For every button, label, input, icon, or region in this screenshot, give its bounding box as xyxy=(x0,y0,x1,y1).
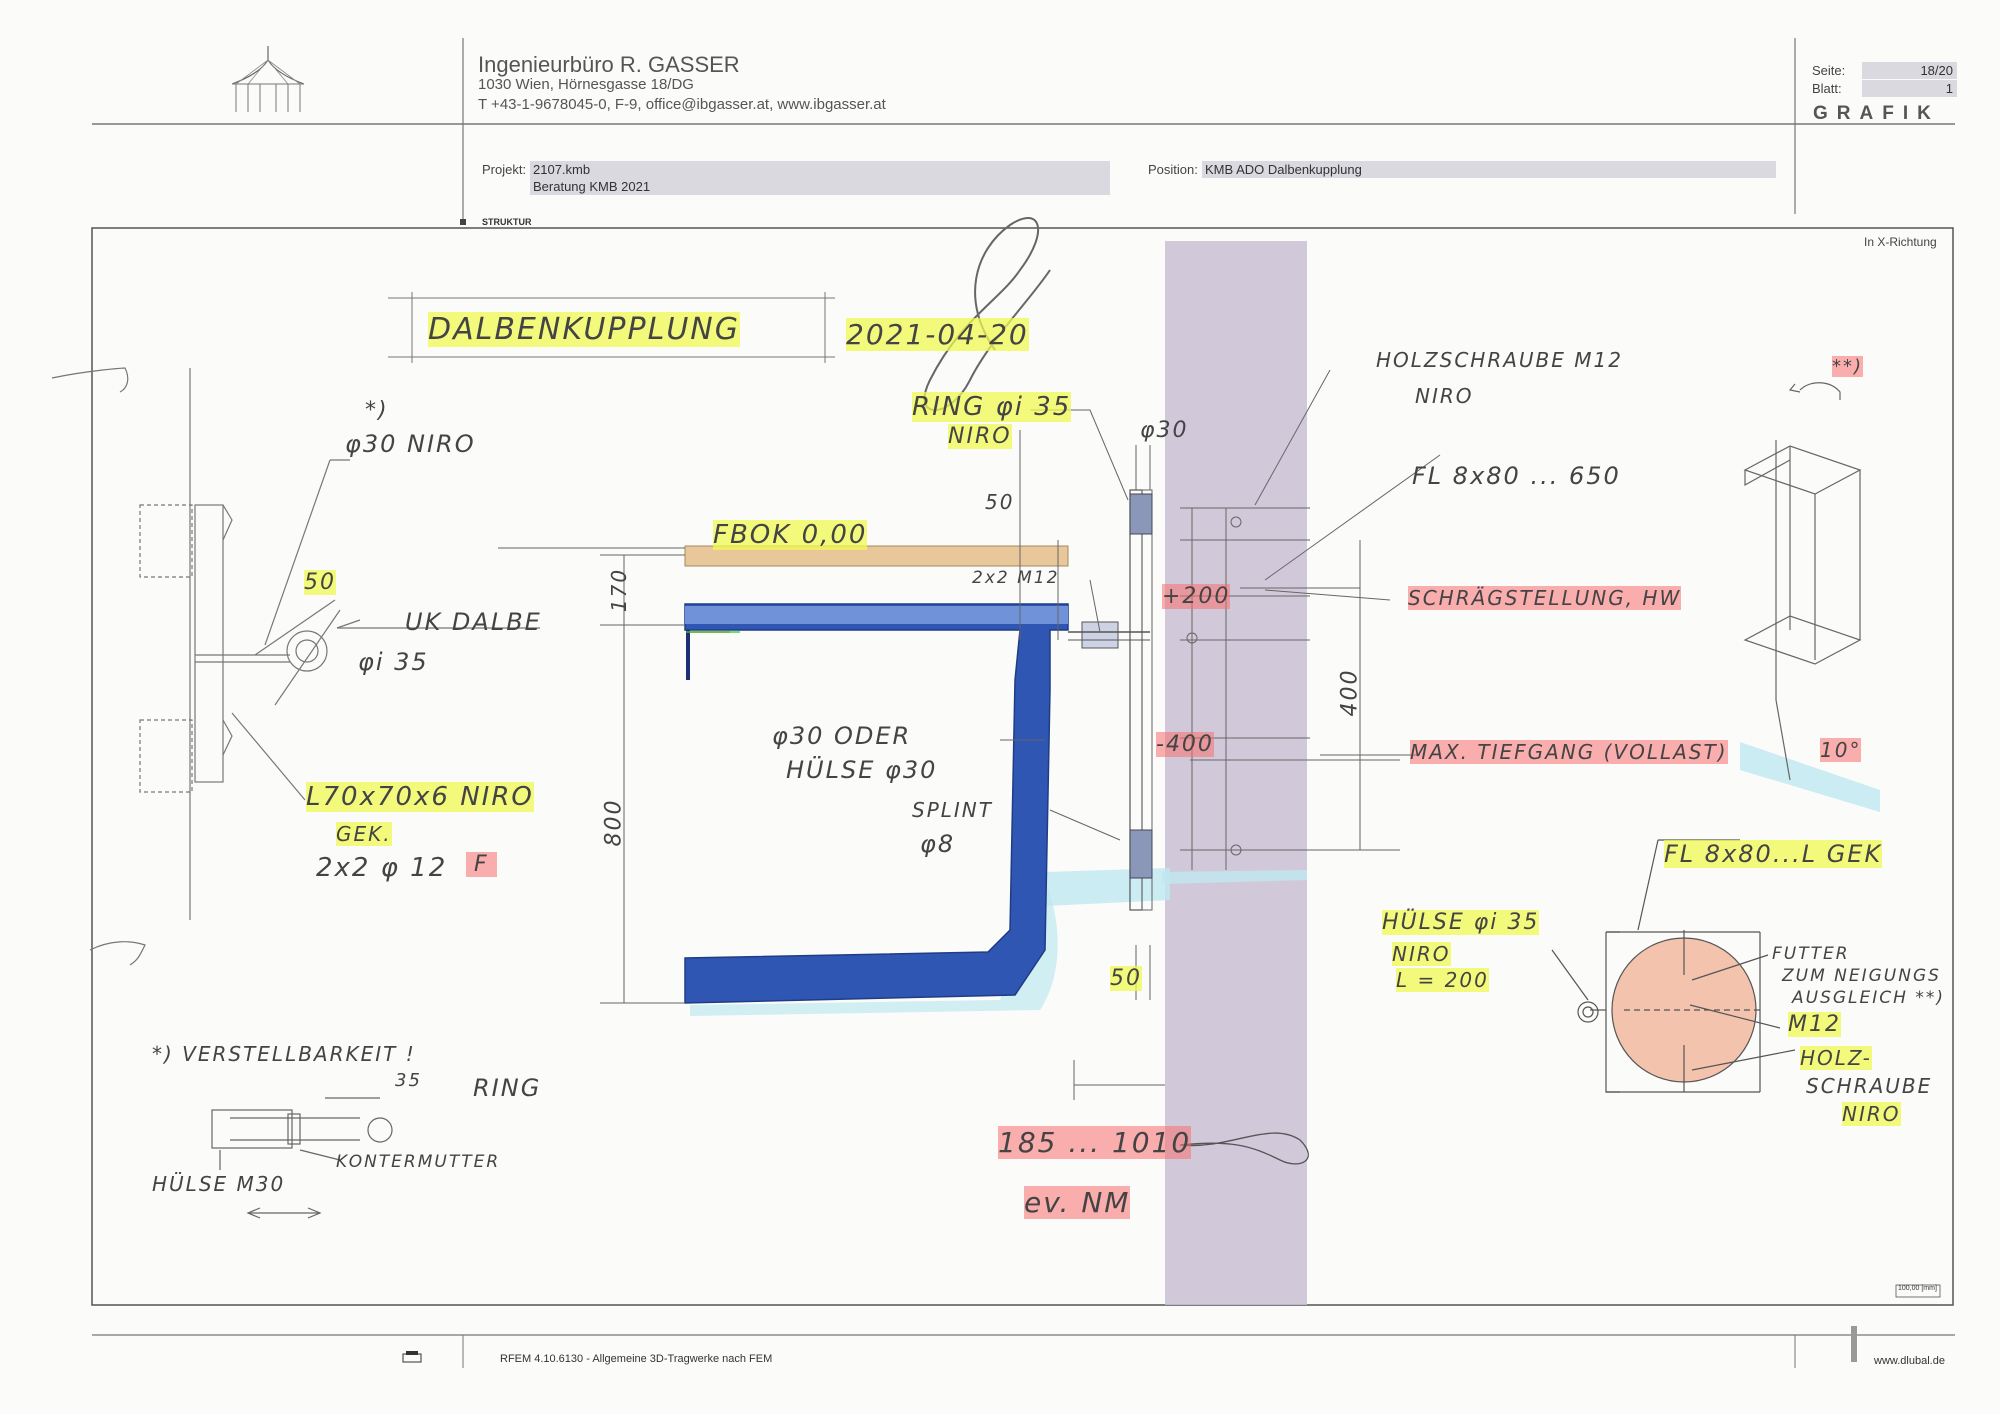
note-dim-50-bottom: 50 xyxy=(1110,966,1142,991)
note-dim-50-left: 50 xyxy=(304,570,336,595)
note-range: 185 ... 1010 xyxy=(998,1126,1192,1159)
note-ring-niro: NIRO xyxy=(948,424,1012,449)
printer-icon xyxy=(402,1351,422,1363)
note-fbok: FBOK 0,00 xyxy=(713,520,868,550)
note-kontermutter: KONTERMUTTER xyxy=(336,1152,501,1172)
note-l-200: L = 200 xyxy=(1396,968,1489,992)
note-phi-i35: φi 35 xyxy=(358,648,429,676)
note-dim-170: 170 xyxy=(607,567,632,613)
note-dim-50-top: 50 xyxy=(985,490,1015,514)
note-dim-35: 35 xyxy=(395,1070,422,1091)
note-flat-bar: FL 8x80 ... 650 xyxy=(1412,462,1621,490)
note-m12: M12 xyxy=(1788,1012,1841,1037)
note-gek: GEK. xyxy=(336,822,392,846)
note-evtl-nm: ev. NM xyxy=(1024,1186,1131,1219)
note-bolts-left: 2x2 φ 12 xyxy=(316,853,448,883)
technical-drawing xyxy=(51,217,1941,1305)
note-star: *) xyxy=(365,398,389,423)
software-info: RFEM 4.10.6130 - Allgemeine 3D-Tragwerke… xyxy=(500,1353,773,1365)
note-huelse-niro: NIRO xyxy=(1392,942,1451,966)
note-phi30-niro: φ30 NIRO xyxy=(345,430,476,458)
note-schraube-niro: NIRO xyxy=(1842,1102,1901,1126)
note-ring: RING xyxy=(473,1074,542,1102)
website-link: www.dlubal.de xyxy=(1874,1355,1945,1367)
note-schraube: SCHRAUBE xyxy=(1806,1074,1933,1098)
note-plus-200: +200 xyxy=(1162,584,1231,609)
note-bolts-m12: 2x2 M12 xyxy=(972,568,1060,588)
note-ausgleich: AUSGLEICH **) xyxy=(1792,988,1945,1008)
note-minus-400: -400 xyxy=(1156,732,1214,757)
scale-label: 100,00 [mm] xyxy=(1898,1285,1937,1292)
note-ring-phi: RING φi 35 xyxy=(912,392,1072,422)
note-phi8: φ8 xyxy=(920,830,956,858)
note-holzschraube-niro: NIRO xyxy=(1415,384,1474,408)
note-xx-top: **) xyxy=(1832,356,1864,377)
note-10-deg: 10° xyxy=(1820,738,1862,762)
note-futter: FUTTER xyxy=(1772,944,1850,964)
drawing-title: DALBENKUPPLUNG xyxy=(428,312,740,347)
note-f-mark: F xyxy=(466,852,497,877)
note-splint: SPLINT xyxy=(912,798,993,822)
note-holz: HOLZ- xyxy=(1800,1046,1872,1070)
note-schraegstellung: SCHRÄGSTELLUNG, HW xyxy=(1408,586,1682,610)
note-dim-400: 400 xyxy=(1337,668,1363,717)
note-huelse-phi30: HÜLSE φ30 xyxy=(786,756,938,784)
note-verstellbarkeit: *) VERSTELLBARKEIT ! xyxy=(152,1042,416,1066)
drawing-date: 2021-04-20 xyxy=(846,318,1029,351)
note-uk-dalbe: UK DALBE xyxy=(405,608,542,636)
note-huelse-phi35: HÜLSE φi 35 xyxy=(1382,910,1540,935)
note-neigung: ZUM NEIGUNGS xyxy=(1782,966,1941,986)
note-angle-profile: L70x70x6 NIRO xyxy=(306,782,534,812)
note-fl-gek: FL 8x80...L GEK xyxy=(1664,840,1883,868)
note-huelse-m30: HÜLSE M30 xyxy=(152,1172,286,1196)
note-holzschraube-m12: HOLZSCHRAUBE M12 xyxy=(1376,348,1623,372)
note-dim-800: 800 xyxy=(601,798,627,847)
note-phi30-top: φ30 xyxy=(1140,418,1189,443)
note-phi30-oder: φ30 ODER xyxy=(772,722,912,750)
note-max-tiefgang: MAX. TIEFGANG (VOLLAST) xyxy=(1410,740,1728,764)
